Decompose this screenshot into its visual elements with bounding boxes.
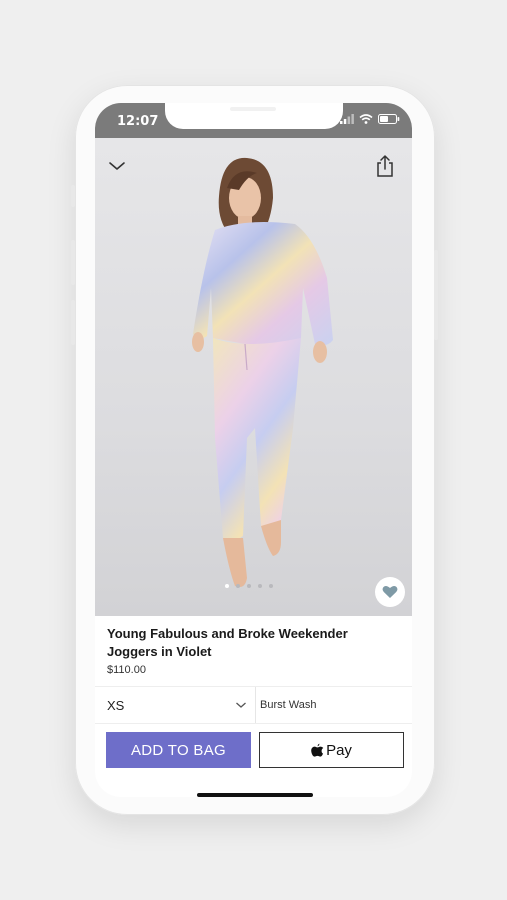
gallery-dot[interactable] (258, 584, 262, 588)
gallery-dot[interactable] (236, 584, 240, 588)
add-to-bag-button[interactable]: ADD TO BAG (106, 732, 251, 768)
gallery-dot[interactable] (225, 584, 229, 588)
volume-up-button (71, 240, 75, 285)
size-value: XS (107, 697, 125, 713)
screen: 12:07 Young Fabulous and Broke Weekender… (95, 103, 412, 797)
apple-icon (311, 743, 324, 757)
share-icon (377, 155, 393, 177)
chevron-down-icon (109, 162, 125, 170)
size-select[interactable]: XS (107, 687, 256, 723)
share-button[interactable] (375, 154, 395, 178)
signal-icon (340, 114, 354, 124)
apple-pay-label: Pay (326, 741, 352, 759)
mute-switch (71, 185, 75, 207)
power-button (434, 250, 438, 340)
apple-pay-button[interactable]: Pay (259, 732, 404, 768)
speaker (230, 107, 276, 111)
product-image[interactable] (95, 138, 412, 616)
home-indicator (197, 793, 313, 797)
status-icons (340, 114, 400, 124)
model-photo (192, 157, 333, 587)
product-options: XS Burst Wash (95, 686, 412, 724)
product-price: $110.00 (107, 664, 146, 676)
collapse-button[interactable] (107, 158, 127, 174)
gallery-dot[interactable] (247, 584, 251, 588)
gallery-dot[interactable] (269, 584, 273, 588)
color-option[interactable]: Burst Wash (260, 687, 316, 723)
volume-down-button (71, 300, 75, 345)
heart-icon (382, 586, 398, 598)
color-value: Burst Wash (260, 699, 317, 711)
battery-icon (378, 114, 400, 124)
gallery-pagination[interactable] (225, 584, 273, 588)
product-title: Young Fabulous and Broke Weekender Jogge… (107, 626, 348, 659)
status-time: 12:07 (117, 114, 159, 129)
product-info: Young Fabulous and Broke Weekender Jogge… (107, 625, 397, 676)
favorite-button[interactable] (375, 577, 405, 607)
status-bar: 12:07 (95, 103, 412, 138)
wifi-icon (359, 114, 373, 124)
chevron-down-icon (236, 702, 246, 708)
